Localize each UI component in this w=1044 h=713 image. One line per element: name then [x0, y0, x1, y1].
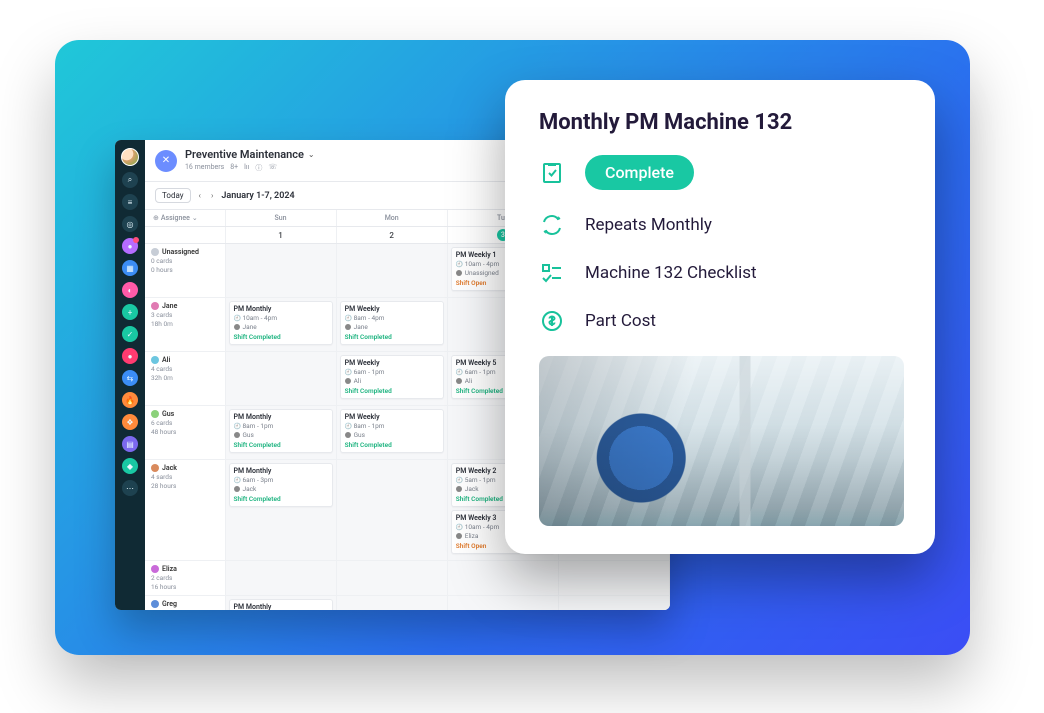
calendar-cell[interactable]: PM Weekly 8am - 4pm Jane Shift Completed	[336, 298, 447, 352]
status-complete-pill[interactable]: Complete	[585, 155, 694, 190]
date-range[interactable]: January 1-7, 2024	[221, 191, 294, 201]
prev-arrow-icon[interactable]: ‹	[197, 191, 203, 200]
part-cost-label[interactable]: Part Cost	[585, 311, 656, 331]
detail-card: Monthly PM Machine 132 Complete Repeats …	[505, 80, 935, 554]
next-arrow-icon[interactable]: ›	[209, 191, 215, 200]
calendar-cell[interactable]: PM Monthly 8am - 4pm Greg Shift Complete…	[225, 596, 336, 611]
filter-icon[interactable]: ≡	[122, 194, 138, 210]
calendar-cell[interactable]: PM Monthly 8am - 1pm Gus Shift Completed	[225, 406, 336, 460]
calendar-cell[interactable]	[558, 561, 669, 596]
calendar-cell[interactable]: PM Monthly 6am - 3pm Jack Shift Complete…	[225, 460, 336, 561]
shift-card[interactable]: PM Monthly 8am - 1pm Gus Shift Completed	[229, 409, 333, 453]
machine-photo[interactable]	[539, 356, 904, 526]
stage-background: ⌕ ≡ ◎ ● ▦ ◐ + ✓ ● ⇆ 🔥 ❖ ▤ ◆ ⋯ ✕ Preventive Maintenance…	[55, 40, 970, 655]
assignee-row[interactable]: Jane 3 cards18h 0m	[145, 298, 225, 352]
calendar-cell[interactable]: PM Weekly 8am - 1pm Gus Shift Completed	[336, 406, 447, 460]
assignee-row[interactable]: Jack 4 sards28 hours	[145, 460, 225, 561]
calendar-cell[interactable]	[225, 352, 336, 406]
checklist-icon	[539, 260, 565, 286]
calendar-cell[interactable]	[447, 561, 558, 596]
shift-card[interactable]: PM Monthly 8am - 4pm Greg Shift Complete…	[229, 599, 333, 610]
assignee-row[interactable]: Ali 4 cards32h 0m	[145, 352, 225, 406]
calendar-cell[interactable]	[336, 596, 447, 611]
shift-card[interactable]: PM Weekly 8am - 4pm Jane Shift Completed	[340, 301, 444, 345]
assignee-row[interactable]: Unassigned 0 cards0 hours	[145, 244, 225, 298]
assignee-row[interactable]: Greg 2 cards16 hours	[145, 596, 225, 611]
calendar-cell[interactable]: PM Weekly 6am - 1pm Ali Shift Completed	[336, 352, 447, 406]
repeat-icon	[539, 212, 565, 238]
daynum-1: 1	[225, 227, 336, 244]
shift-card[interactable]: PM Monthly 6am - 3pm Jack Shift Complete…	[229, 463, 333, 507]
plus-icon[interactable]: +	[122, 304, 138, 320]
col-sun: Sun	[225, 210, 336, 227]
assignee-header[interactable]: ⊕ Assignee ⌄	[145, 210, 225, 227]
today-button[interactable]: Today	[155, 188, 191, 203]
target-icon[interactable]: ◎	[122, 216, 138, 232]
grid-icon[interactable]: ▤	[122, 436, 138, 452]
calendar-cell[interactable]	[336, 561, 447, 596]
board-title[interactable]: Preventive Maintenance	[185, 148, 304, 161]
search-icon[interactable]: ⌕	[122, 172, 138, 188]
calendar-cell[interactable]: PM Monthly 10am - 4pm Jane Shift Complet…	[225, 298, 336, 352]
calendar-cell[interactable]	[447, 596, 558, 611]
clipboard-check-icon	[539, 160, 565, 186]
shift-card[interactable]: PM Monthly 10am - 4pm Jane Shift Complet…	[229, 301, 333, 345]
shift-card[interactable]: PM Weekly 6am - 1pm Ali Shift Completed	[340, 355, 444, 399]
swap-icon[interactable]: ⇆	[122, 370, 138, 386]
calendar-cell[interactable]	[336, 244, 447, 298]
leaf-icon[interactable]: ❖	[122, 414, 138, 430]
assignee-row[interactable]: Eliza 2 cards16 hours	[145, 561, 225, 596]
calendar-icon[interactable]: ▦	[122, 260, 138, 276]
board-icon[interactable]: ✕	[155, 150, 177, 172]
check-icon[interactable]: ✓	[122, 326, 138, 342]
repeats-label: Repeats Monthly	[585, 215, 712, 235]
more-icon[interactable]: ⋯	[122, 480, 138, 496]
assignee-row[interactable]: Gus 6 cards48 hours	[145, 406, 225, 460]
daynum-2: 2	[336, 227, 447, 244]
detail-title: Monthly PM Machine 132	[539, 110, 901, 135]
megaphone-icon[interactable]: ◐	[122, 282, 138, 298]
flame-icon[interactable]: 🔥	[122, 392, 138, 408]
user-avatar[interactable]	[121, 148, 139, 166]
checklist-label[interactable]: Machine 132 Checklist	[585, 263, 757, 283]
cube-icon[interactable]: ◆	[122, 458, 138, 474]
shift-card[interactable]: PM Weekly 8am - 1pm Gus Shift Completed	[340, 409, 444, 453]
dollar-icon	[539, 308, 565, 334]
chat-icon[interactable]: ●	[122, 238, 138, 254]
chevron-down-icon[interactable]: ⌄	[308, 150, 315, 159]
calendar-cell[interactable]	[558, 596, 669, 611]
calendar-cell[interactable]	[225, 244, 336, 298]
col-mon: Mon	[336, 210, 447, 227]
calendar-cell[interactable]	[336, 460, 447, 561]
dot-icon[interactable]: ●	[122, 348, 138, 364]
board-subtitle: 16 members 8+ lıı ⓘ ☏	[185, 163, 315, 173]
calendar-cell[interactable]	[225, 561, 336, 596]
app-sidebar: ⌕ ≡ ◎ ● ▦ ◐ + ✓ ● ⇆ 🔥 ❖ ▤ ◆ ⋯	[115, 140, 145, 610]
